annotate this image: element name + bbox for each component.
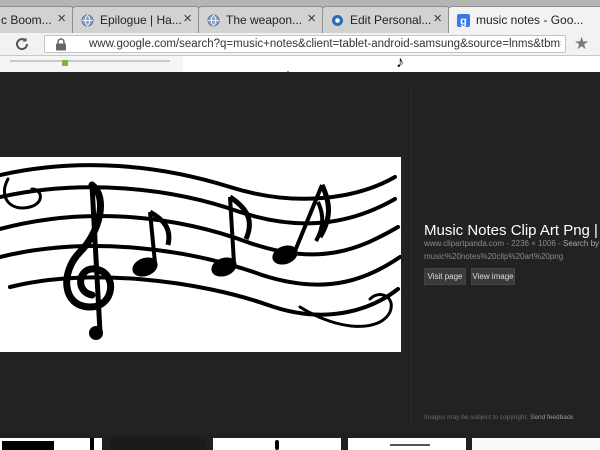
image-source[interactable]: www.clipartpanda.com xyxy=(424,239,504,248)
music-note-thumb: ♪ xyxy=(396,54,404,71)
search-by-link[interactable]: Search by xyxy=(563,239,599,248)
tab-title: c Boom... xyxy=(1,13,52,27)
panel-divider xyxy=(411,88,412,426)
reload-icon[interactable] xyxy=(14,36,30,52)
tab-strip: c Boom... × Epilogue | Ha... × The weapo… xyxy=(0,0,600,33)
svg-text:g: g xyxy=(460,16,467,28)
thumbnail[interactable] xyxy=(348,438,466,450)
url-text: www.google.com/search?q=music+notes&clie… xyxy=(89,38,561,50)
panel-pointer xyxy=(281,71,295,78)
send-feedback-link[interactable]: Send feedback xyxy=(530,414,573,421)
view-image-button[interactable]: View image xyxy=(471,268,515,285)
lock-icon xyxy=(56,38,66,51)
tab-3[interactable]: Edit Personal... × xyxy=(322,6,450,33)
image-title[interactable]: Music Notes Clip Art Png | Cli xyxy=(424,222,600,239)
thumbnail[interactable] xyxy=(213,438,341,450)
tab-4[interactable]: g music notes - Goo... xyxy=(448,6,600,33)
close-icon[interactable]: × xyxy=(307,10,316,28)
toolbar: www.google.com/search?q=music+notes&clie… xyxy=(0,33,600,56)
thumbnail[interactable] xyxy=(472,438,600,450)
visit-page-button[interactable]: Visit page xyxy=(424,268,466,285)
thumbnail[interactable] xyxy=(0,438,102,450)
tab-0[interactable]: c Boom... × xyxy=(0,6,74,33)
google-icon: g xyxy=(457,14,470,27)
star-icon[interactable]: ★ xyxy=(574,34,589,53)
tab-title: Epilogue | Ha... xyxy=(100,13,182,27)
tab-1[interactable]: Epilogue | Ha... × xyxy=(72,6,200,33)
globe-icon xyxy=(81,14,94,27)
close-icon[interactable]: × xyxy=(57,10,66,28)
tab-title: The weapon... xyxy=(226,13,303,27)
close-icon[interactable]: × xyxy=(183,10,192,28)
tab-title: Edit Personal... xyxy=(350,13,432,27)
close-icon[interactable]: × xyxy=(433,10,442,28)
image-size: 2236 × 1006 xyxy=(511,239,556,248)
thumbnail[interactable] xyxy=(0,56,183,72)
copyright-note: Images may be subject to copyright. xyxy=(424,414,529,421)
address-bar[interactable]: www.google.com/search?q=music+notes&clie… xyxy=(44,35,566,53)
thumbnail[interactable]: ♪ xyxy=(386,54,600,72)
tab-title: music notes - Goo... xyxy=(476,13,584,27)
music-notes-image xyxy=(0,163,402,340)
thumbnail-row-top: ♪ xyxy=(0,54,600,72)
thumbnail[interactable] xyxy=(191,56,379,72)
preview-image[interactable] xyxy=(0,157,402,352)
circle-logo-icon xyxy=(332,15,343,26)
image-filename: music%20notes%20clip%20art%20png xyxy=(424,252,564,261)
thumbnail[interactable] xyxy=(110,438,206,450)
globe-icon xyxy=(207,14,220,27)
image-meta: www.clipartpanda.com - 2236 × 1006 - Sea… xyxy=(424,239,599,248)
tab-2[interactable]: The weapon... × xyxy=(198,6,324,33)
